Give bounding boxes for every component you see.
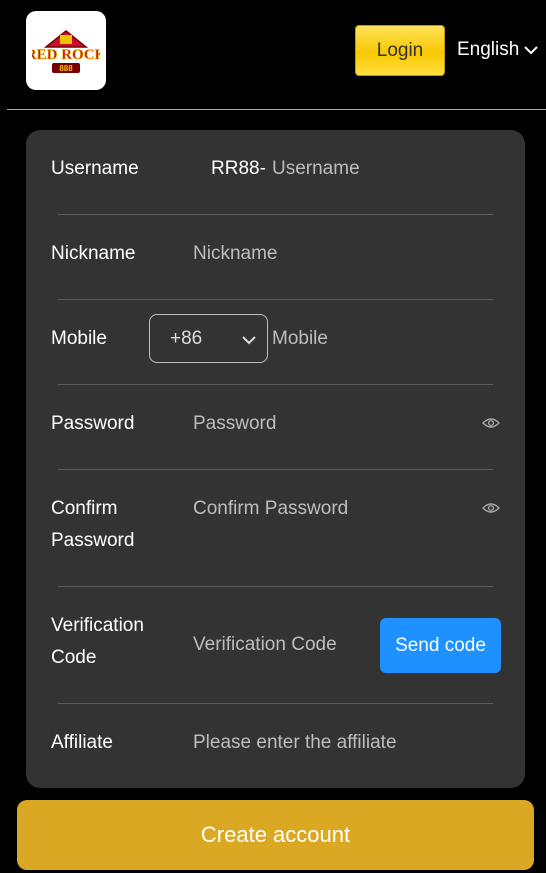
verification-code-input[interactable]: Verification Code xyxy=(193,632,337,658)
divider xyxy=(58,299,493,300)
chevron-down-icon xyxy=(242,336,256,345)
eye-icon[interactable] xyxy=(482,417,500,429)
nickname-input[interactable]: Nickname xyxy=(193,241,277,267)
confirm-password-label-line1: Confirm xyxy=(51,498,118,519)
affiliate-input[interactable]: Please enter the affiliate xyxy=(193,730,397,756)
language-label: English xyxy=(457,39,520,60)
header-divider xyxy=(7,109,546,110)
logo-subtext: 888 xyxy=(59,64,73,73)
eye-icon[interactable] xyxy=(482,502,500,514)
language-selector[interactable]: English xyxy=(457,37,539,63)
username-prefix: RR88- xyxy=(211,158,266,179)
divider xyxy=(58,703,493,704)
registration-form: Username RR88- Username Nickname Nicknam… xyxy=(26,130,525,788)
country-code-select[interactable]: +86 xyxy=(149,314,268,363)
mobile-label: Mobile xyxy=(51,328,107,349)
verification-label-line2: Code xyxy=(51,647,97,668)
logo-text: RED ROCK xyxy=(32,47,100,63)
password-label: Password xyxy=(51,413,135,434)
create-account-button[interactable]: Create account xyxy=(17,800,534,870)
header: RED ROCK 888 Login English xyxy=(0,0,546,110)
username-input[interactable]: Username xyxy=(272,156,360,182)
divider xyxy=(58,384,493,385)
login-button[interactable]: Login xyxy=(355,25,445,76)
verification-label-line1: Verification xyxy=(51,615,144,636)
chevron-down-icon xyxy=(524,46,539,55)
password-input[interactable]: Password xyxy=(193,411,276,437)
confirm-password-label-line2: Password xyxy=(51,530,135,551)
logo[interactable]: RED ROCK 888 xyxy=(26,11,106,90)
send-code-button[interactable]: Send code xyxy=(380,618,501,673)
mobile-input[interactable]: Mobile xyxy=(272,326,328,352)
country-code-value: +86 xyxy=(170,327,203,349)
divider xyxy=(58,214,493,215)
divider xyxy=(58,469,493,470)
affiliate-label: Affiliate xyxy=(51,732,113,753)
divider xyxy=(58,586,493,587)
confirm-password-input[interactable]: Confirm Password xyxy=(193,496,348,522)
nickname-label: Nickname xyxy=(51,243,136,264)
red-rock-logo-icon: RED ROCK 888 xyxy=(32,29,100,73)
username-label: Username xyxy=(51,158,139,179)
